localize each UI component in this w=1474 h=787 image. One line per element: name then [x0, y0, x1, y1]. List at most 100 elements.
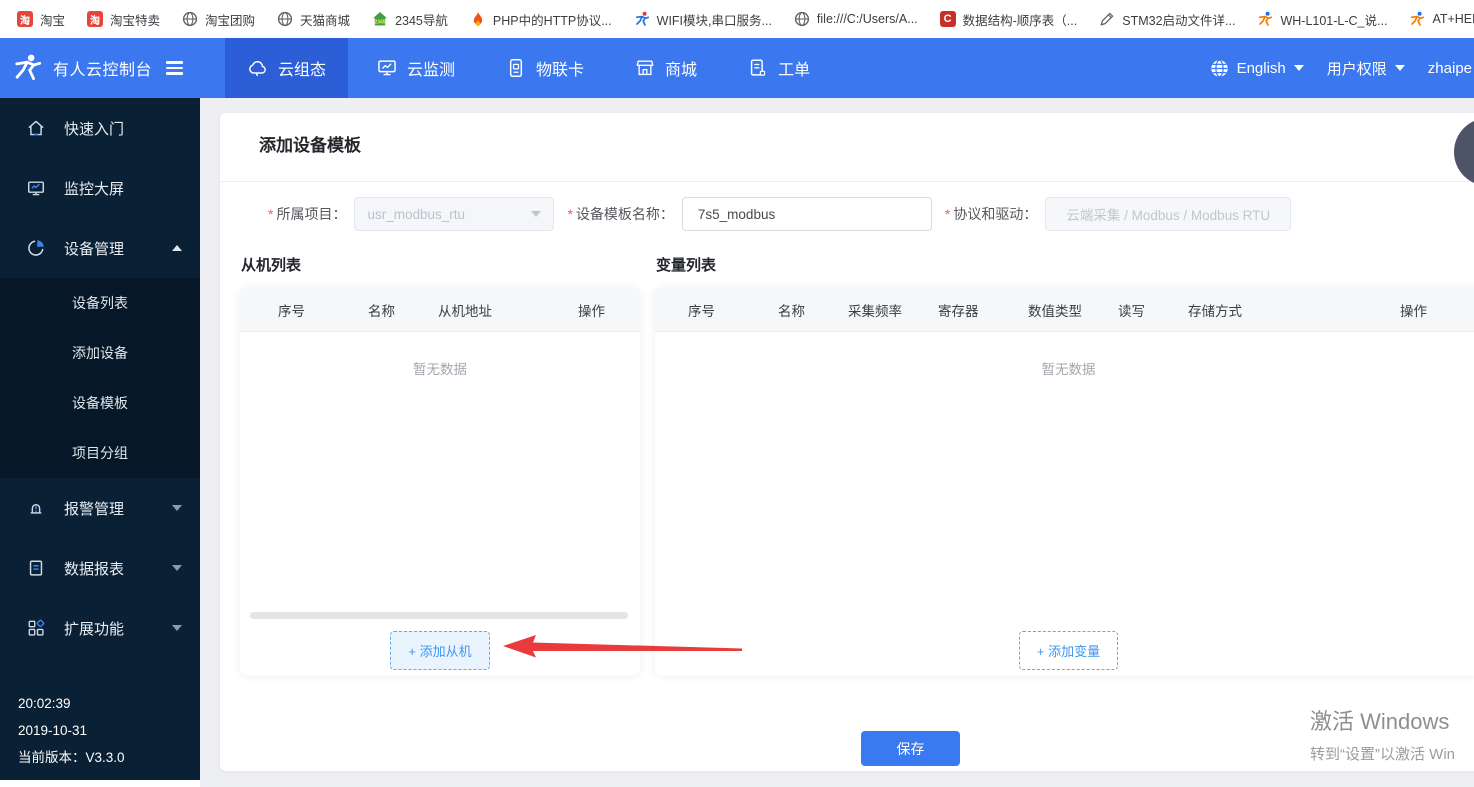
bookmark-item[interactable]: 淘宝团购: [171, 10, 266, 29]
sidebar-item-quick-start[interactable]: 快速入门: [0, 98, 200, 158]
sidebar-item-label: 监控大屏: [64, 178, 124, 199]
nav-tab-cloud-monitor[interactable]: 云监测: [354, 38, 477, 98]
nav-tab-label: 云监测: [407, 56, 455, 80]
pie-chart-icon: [26, 238, 46, 258]
horizontal-scrollbar[interactable]: [250, 612, 628, 619]
language-globe-icon: [1210, 59, 1229, 78]
bookmark-item[interactable]: AT+HELLO: [1398, 11, 1474, 27]
sidebar-subitem-add-device[interactable]: 添加设备: [0, 328, 200, 378]
username-label: zhaipe: [1428, 60, 1472, 77]
brand: 有人云控制台: [0, 38, 200, 98]
sidebar-subitem-device-list[interactable]: 设备列表: [0, 278, 200, 328]
template-name-input[interactable]: [682, 197, 932, 231]
bookmark-item[interactable]: C 数据结构-顺序表（...: [929, 10, 1089, 29]
grid-icon: [26, 618, 46, 638]
device-management-submenu: 设备列表 添加设备 设备模板 项目分组: [0, 278, 200, 478]
nav-tab-mall[interactable]: 商城: [612, 38, 719, 98]
watermark-line1: 激活 Windows: [1310, 704, 1455, 736]
permission-label: 用户权限: [1327, 58, 1387, 79]
windows-activation-watermark: 激活 Windows 转到“设置”以激活 Win: [1310, 704, 1455, 764]
taobao-icon: 淘: [17, 11, 33, 27]
nav-tab-label: 商城: [665, 56, 697, 80]
language-label: English: [1237, 60, 1286, 77]
bookmark-item[interactable]: 2345 2345导航: [361, 10, 459, 29]
pen-icon: [1099, 11, 1115, 27]
variable-list-title: 变量列表: [656, 254, 716, 275]
bookmark-label: WH-L101-L-C_说...: [1280, 10, 1387, 29]
app-title: 有人云控制台: [53, 56, 152, 80]
bookmark-item[interactable]: PHP中的HTTP协议...: [459, 10, 623, 29]
nav-tab-label: 物联卡: [536, 56, 584, 80]
home-icon: [26, 118, 46, 138]
chevron-down-icon: [531, 211, 541, 217]
bookmark-item[interactable]: 淘 淘宝: [6, 10, 76, 29]
column-header: 操作: [1400, 288, 1474, 332]
monitor-chart-icon: [376, 57, 398, 79]
project-label: 所属项目：: [276, 204, 346, 224]
column-header: 名称: [778, 288, 848, 332]
big-screen-icon: [26, 178, 46, 198]
bookmark-item[interactable]: 淘 淘宝特卖: [76, 10, 171, 29]
chevron-up-icon: [172, 245, 182, 251]
hamburger-menu-icon[interactable]: [166, 61, 183, 74]
chevron-down-icon: [172, 565, 182, 571]
flame-icon: [470, 11, 486, 27]
bookmark-label: 淘宝特卖: [110, 10, 160, 29]
required-mark: *: [945, 206, 950, 222]
bookmark-label: file:///C:/Users/A...: [817, 12, 918, 26]
save-button[interactable]: 保存: [861, 731, 960, 766]
sidebar-item-monitor-screen[interactable]: 监控大屏: [0, 158, 200, 218]
report-icon: [26, 558, 46, 578]
column-header: 序号: [688, 288, 778, 332]
add-variable-button[interactable]: + 添加变量: [1019, 631, 1118, 670]
sidebar-subitem-device-template[interactable]: 设备模板: [0, 378, 200, 428]
globe-icon: [794, 11, 810, 27]
sidebar-item-extensions[interactable]: 扩展功能: [0, 598, 200, 658]
page-title: 添加设备模板: [259, 131, 361, 156]
bookmark-item[interactable]: file:///C:/Users/A...: [783, 11, 929, 27]
project-select-value: usr_modbus_rtu: [367, 207, 465, 222]
csdn-icon: C: [940, 11, 956, 27]
sidebar-bottom-strip: [0, 780, 200, 787]
bookmark-item[interactable]: 天猫商城: [266, 10, 361, 29]
slave-list-title: 从机列表: [241, 254, 301, 275]
sidebar-item-alarm-management[interactable]: 报警管理: [0, 478, 200, 538]
language-dropdown[interactable]: English: [1210, 59, 1304, 78]
sidebar-item-label: 报警管理: [64, 498, 124, 519]
sidebar-item-device-management[interactable]: 设备管理: [0, 218, 200, 278]
column-header: 从机地址: [438, 288, 578, 332]
nav-tab-work-order[interactable]: 工单: [725, 38, 832, 98]
content-card: 添加设备模板 * 所属项目： usr_modbus_rtu * 设备模板名称： …: [220, 113, 1474, 771]
sidebar-subitem-label: 项目分组: [72, 443, 128, 463]
bookmark-label: PHP中的HTTP协议...: [493, 10, 612, 29]
work-order-icon: [747, 57, 769, 79]
sim-card-icon: [505, 57, 527, 79]
column-header: 寄存器: [938, 288, 1028, 332]
bookmarks-bar: 淘 淘宝 淘 淘宝特卖 淘宝团购 天猫商城 2345 2345导航 PHP中的H…: [0, 0, 1474, 38]
nav-tab-label: 工单: [778, 56, 810, 80]
column-header: 采集频率: [848, 288, 938, 332]
sidebar-subitem-label: 设备列表: [72, 293, 128, 313]
variable-table-header: 序号 名称 采集频率 寄存器 数值类型 读写 存储方式 操作: [655, 288, 1474, 332]
house-2345-icon: 2345: [372, 11, 388, 27]
sidebar: 快速入门 监控大屏 设备管理 设备列表 添加设备 设备模板 项目分组 报警管理 …: [0, 98, 200, 787]
sidebar-item-data-report[interactable]: 数据报表: [0, 538, 200, 598]
sidebar-item-label: 设备管理: [64, 238, 124, 259]
variable-panel-footer: + 添加变量: [655, 624, 1474, 676]
bookmark-item[interactable]: WIFI模块,串口服务...: [623, 10, 783, 29]
permission-dropdown[interactable]: 用户权限: [1327, 58, 1405, 79]
title-divider: [220, 181, 1474, 182]
bookmark-item[interactable]: WH-L101-L-C_说...: [1246, 10, 1398, 29]
nav-tab-cloud-scada[interactable]: 云组态: [225, 38, 348, 98]
project-select: usr_modbus_rtu: [354, 197, 554, 231]
bookmark-label: 数据结构-顺序表（...: [963, 10, 1078, 29]
slave-table-header: 序号 名称 从机地址 操作: [240, 288, 640, 332]
nav-tab-label: 云组态: [278, 56, 326, 80]
nav-tab-iot-sim[interactable]: 物联卡: [483, 38, 606, 98]
add-slave-button[interactable]: + 添加从机: [390, 631, 489, 670]
chevron-down-icon: [172, 625, 182, 631]
username-menu[interactable]: zhaipe: [1428, 60, 1472, 77]
sidebar-subitem-project-group[interactable]: 项目分组: [0, 428, 200, 478]
template-form: * 所属项目： usr_modbus_rtu * 设备模板名称： * 协议和驱动…: [268, 197, 1291, 231]
bookmark-item[interactable]: STM32启动文件详...: [1088, 10, 1246, 29]
